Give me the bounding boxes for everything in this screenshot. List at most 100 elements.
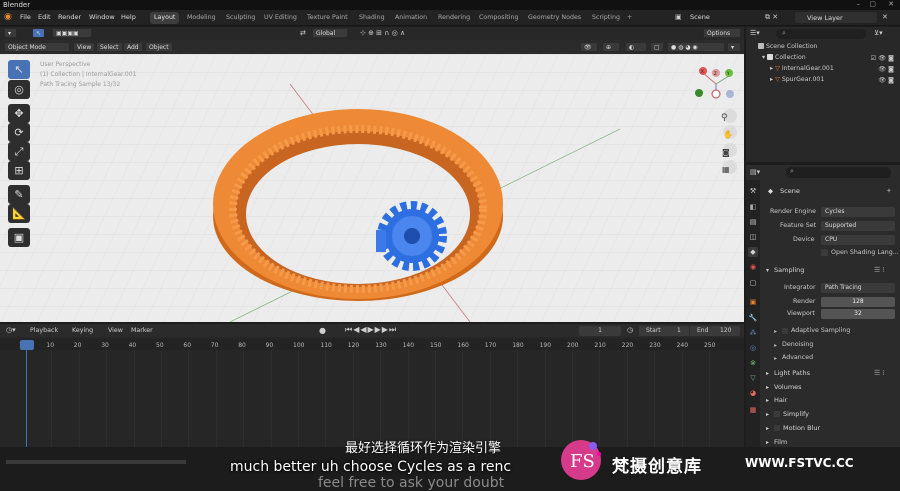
preview-range-icon[interactable]: ◷ [627, 326, 633, 334]
tab-geometry-nodes[interactable]: Geometry Nodes [524, 12, 585, 24]
outliner-row-collection[interactable]: ▾ Collection ☑ 👁 ◙ [748, 54, 898, 65]
simplify-panel-header[interactable]: Simplify [783, 410, 809, 418]
snap-pivot-icons[interactable]: ⊹ ⊕ ⊞ ∩ ◎ ∧ [360, 29, 405, 37]
presets-icon[interactable]: ☰ ⁞ [874, 369, 885, 377]
device-dropdown[interactable]: CPU [821, 235, 895, 245]
render-samples-field[interactable]: 128 [821, 297, 895, 307]
rotate-tool-icon[interactable]: ⟳ [8, 123, 30, 142]
menu-file[interactable]: File [20, 13, 31, 21]
pin-icon[interactable]: ✦ [886, 187, 892, 195]
menu-view[interactable]: View [73, 42, 96, 52]
view-layer-field[interactable]: View Layer [795, 12, 877, 23]
close-icon[interactable]: ✕ [888, 0, 894, 8]
minimize-icon[interactable]: – [857, 0, 861, 8]
outliner-row-internalgear[interactable]: ▸ ▽ InternalGear.001 👁 ◙ [748, 65, 898, 76]
properties-editor-icon[interactable]: ▤▾ [750, 168, 760, 176]
expand-icon[interactable]: ▸ [770, 76, 773, 83]
gizmo-toggle-icon[interactable]: ⊕ [602, 42, 620, 52]
tab-compositing[interactable]: Compositing [475, 12, 522, 24]
volumes-panel-header[interactable]: Volumes [774, 383, 802, 391]
tab-shading[interactable]: Shading [355, 12, 389, 24]
view-layer-remove-icon[interactable]: ✕ [882, 13, 888, 21]
particles-tab-icon[interactable]: ⁂ [748, 328, 758, 338]
properties-search-input[interactable]: ⌕ [786, 167, 891, 178]
expand-icon[interactable]: ▸ [766, 411, 769, 418]
modifier-tab-icon[interactable]: 🔧 [748, 313, 758, 323]
expand-icon[interactable]: ▾ [762, 54, 765, 61]
object-tab-icon[interactable]: ▣ [748, 297, 758, 307]
tool-tab-icon[interactable]: ⚒ [748, 186, 758, 196]
integrator-dropdown[interactable]: Path Tracing [821, 283, 895, 293]
expand-icon[interactable]: ▸ [766, 397, 769, 404]
motion-blur-checkbox[interactable] [774, 425, 780, 431]
material-tab-icon[interactable]: ◕ [748, 388, 758, 398]
menu-view[interactable]: View [108, 327, 123, 334]
motion-blur-panel-header[interactable]: Motion Blur [783, 424, 820, 432]
denoising-label[interactable]: Denoising [782, 341, 813, 348]
outliner-search-input[interactable] [776, 29, 866, 39]
transform-orientation-dropdown[interactable]: Global [312, 28, 348, 38]
constraints-tab-icon[interactable]: ⊗ [748, 358, 758, 368]
tab-texture-paint[interactable]: Texture Paint [303, 12, 352, 24]
tab-rendering[interactable]: Rendering [434, 12, 474, 24]
open-shading-checkbox[interactable] [821, 249, 828, 256]
menu-marker[interactable]: Marker [131, 327, 153, 334]
transform-tool-icon[interactable]: ⊞ [8, 161, 30, 180]
visibility-toggles-icon[interactable]: 👁 ◙ [878, 65, 894, 73]
feature-set-dropdown[interactable]: Supported [821, 221, 895, 231]
expand-icon[interactable]: ▸ [774, 342, 777, 349]
menu-add[interactable]: Add [123, 42, 143, 52]
select-box-icon[interactable]: ↖ [32, 28, 45, 38]
current-frame-field[interactable]: 1 [579, 326, 621, 336]
overlay-toggle-icon[interactable]: ◐ [625, 42, 647, 52]
adaptive-sampling-label[interactable]: Adaptive Sampling [791, 327, 850, 334]
3d-viewport[interactable]: Y X Z [0, 54, 744, 322]
zoom-icon[interactable]: ⚲ [721, 113, 728, 123]
visibility-toggles-icon[interactable]: 👁 ◙ [878, 76, 894, 84]
perspective-grid-icon[interactable]: ▦ [722, 165, 730, 174]
menu-object[interactable]: Object [145, 42, 173, 52]
light-paths-panel-header[interactable]: Light Paths [774, 369, 810, 377]
xray-icon[interactable]: ▢ [650, 42, 664, 52]
playback-controls-icons[interactable]: ⏮◀◀▶▶▶⏭ [345, 325, 397, 335]
blender-logo-icon[interactable]: ◉ [4, 12, 12, 22]
scene-tab-icon[interactable]: ◆ [748, 247, 758, 257]
cursor-tool-icon[interactable]: ◎ [8, 80, 30, 99]
timeline-editor-icon[interactable]: ◷▾ [6, 326, 16, 334]
outliner-row-scene-collection[interactable]: Scene Collection [748, 43, 898, 54]
advanced-label[interactable]: Advanced [782, 354, 813, 361]
shading-mode-icons[interactable]: ● ◍ ◕ ◉ [667, 42, 725, 52]
scale-tool-icon[interactable]: ⤢ [8, 142, 30, 161]
output-tab-icon[interactable]: ▤ [748, 217, 758, 227]
expand-icon[interactable]: ▸ [770, 65, 773, 72]
expand-icon[interactable]: ▸ [766, 384, 769, 391]
move-tool-icon[interactable]: ✥ [8, 104, 30, 123]
shading-options-icon[interactable]: ▾ [727, 42, 741, 52]
scene-name[interactable]: Scene [690, 13, 710, 21]
tab-animation[interactable]: Animation [391, 12, 431, 24]
options-dropdown[interactable]: Options [703, 28, 741, 38]
render-tab-icon[interactable]: ◧ [748, 202, 758, 212]
selection-mode-icons[interactable]: ▣▣▣▣ [52, 28, 92, 38]
visibility-toggles-icon[interactable]: ☑ 👁 ◙ [871, 54, 894, 62]
collection-tab-icon[interactable]: ▢ [748, 278, 758, 288]
visibility-icon[interactable]: 👁 [580, 42, 598, 52]
tab-scripting[interactable]: Scripting [588, 12, 624, 24]
hair-panel-header[interactable]: Hair [774, 396, 787, 404]
scene-browse-icon[interactable]: ⧉ ✕ [765, 13, 778, 22]
record-icon[interactable]: ● [319, 326, 326, 335]
filter-icon[interactable]: ⊻▾ [874, 29, 883, 37]
simplify-checkbox[interactable] [774, 411, 780, 417]
world-tab-icon[interactable]: ◉ [748, 262, 758, 272]
menu-edit[interactable]: Edit [38, 13, 51, 21]
menu-keying[interactable]: Keying [72, 327, 93, 334]
expand-icon[interactable]: ▸ [766, 370, 769, 377]
outliner-editor-icon[interactable]: ☰▾ [750, 29, 760, 37]
physics-tab-icon[interactable]: ◎ [748, 343, 758, 353]
add-cube-tool-icon[interactable]: ▣ [8, 228, 30, 247]
pan-hand-icon[interactable]: ✋ [723, 130, 733, 139]
adaptive-sampling-checkbox[interactable] [782, 328, 788, 334]
playhead[interactable] [20, 340, 34, 350]
expand-icon[interactable]: ▸ [774, 328, 777, 335]
menu-window[interactable]: Window [89, 13, 115, 21]
